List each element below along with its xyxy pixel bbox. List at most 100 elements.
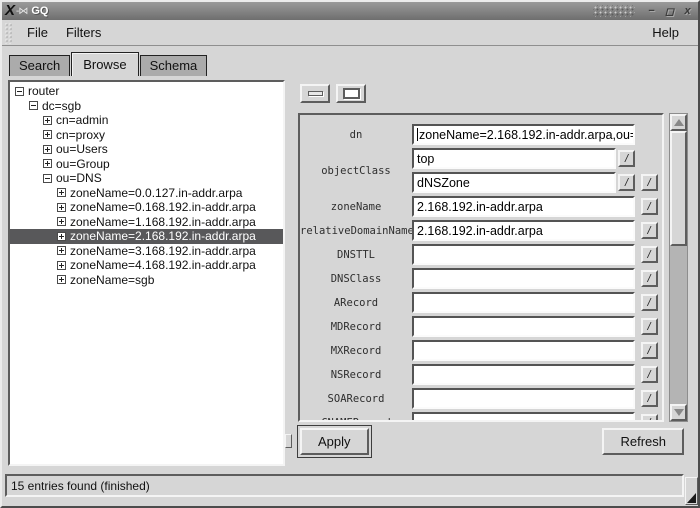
tab-browse[interactable]: Browse [71,52,138,76]
attribute-label: ARecord [300,297,412,309]
value-input[interactable] [412,244,635,265]
expand-expander-icon[interactable] [43,116,52,125]
attribute-actions: / [635,366,663,385]
value-input[interactable]: 2.168.192.in-addr.arpa [412,196,635,217]
edit-value-button[interactable]: / [618,174,635,191]
menubar-drag-handle-icon[interactable] [4,22,12,44]
titlebar[interactable]: X -⋈ GQ − ◻ x [2,2,698,20]
apply-button[interactable]: Apply [300,428,369,455]
minimize-button[interactable]: − [644,5,659,18]
pin-icon: -⋈ [16,6,27,17]
attribute-actions [635,143,663,145]
menu-help[interactable]: Help [643,22,688,43]
edit-attribute-button[interactable]: / [641,342,658,359]
edit-value-button[interactable]: / [618,150,635,167]
tree-item[interactable]: ou=Group [10,157,283,172]
scrollbar-thumb[interactable] [670,131,687,246]
edit-attribute-button[interactable]: / [641,366,658,383]
menu-filters[interactable]: Filters [57,22,110,43]
tree-item[interactable]: zoneName=3.168.192.in-addr.arpa [10,244,283,259]
value-row [412,316,635,337]
tab-schema[interactable]: Schema [140,55,208,76]
menu-file[interactable]: File [18,22,57,43]
edit-attribute-button[interactable]: / [641,246,658,263]
attribute-label: relativeDomainName [300,225,412,237]
paned-handle[interactable] [285,434,292,448]
scroll-up-button[interactable] [670,114,687,131]
tree-item[interactable]: router [10,84,283,99]
expand-expander-icon[interactable] [57,246,66,255]
attribute-actions: / [635,414,663,422]
value-input[interactable]: 2.168.192.in-addr.arpa [412,220,635,241]
attribute-actions: / [635,294,663,313]
form-scrollbar[interactable] [669,113,688,422]
edit-attribute-button[interactable]: / [641,390,658,407]
expand-expander-icon[interactable] [43,130,52,139]
close-button[interactable]: x [680,5,695,18]
attribute-values [412,316,635,337]
edit-attribute-button[interactable]: / [641,318,658,335]
edit-attribute-button[interactable]: / [641,414,658,422]
edit-attribute-button[interactable]: / [641,198,658,215]
tree-item-label: router [28,84,59,98]
expand-expander-icon[interactable] [57,188,66,197]
expand-expander-icon[interactable] [43,159,52,168]
tree-item[interactable]: zoneName=sgb [10,273,283,288]
expand-expander-icon[interactable] [57,217,66,226]
value-input[interactable] [412,412,635,422]
value-input[interactable] [412,268,635,289]
tree-item-label: ou=Group [56,157,110,171]
scrollbar-track[interactable] [670,131,687,404]
edit-attribute-button[interactable]: / [641,294,658,311]
expand-expander-icon[interactable] [57,232,66,241]
tree-item[interactable]: zoneName=2.168.192.in-addr.arpa [10,229,283,244]
value-input[interactable] [412,316,635,337]
menubar: File Filters Help [2,20,698,46]
value-input[interactable]: top [412,148,616,169]
attribute-label: objectClass [300,165,412,177]
tree-item[interactable]: cn=admin [10,113,283,128]
attribute-row: CNAMERecord/ [300,412,660,422]
tree-item[interactable]: dc=sgb [10,99,283,114]
collapse-expander-icon[interactable] [15,87,24,96]
edit-attribute-button[interactable]: / [641,270,658,287]
tree-item[interactable]: cn=proxy [10,128,283,143]
value-input[interactable]: zoneName=2.168.192.in-addr.arpa,ou=D [412,124,635,145]
tree-item[interactable]: zoneName=4.168.192.in-addr.arpa [10,258,283,273]
maximize-button[interactable]: ◻ [662,5,677,18]
value-input[interactable] [412,364,635,385]
tree-item[interactable]: zoneName=1.168.192.in-addr.arpa [10,215,283,230]
attribute-values [412,364,635,385]
expand-expander-icon[interactable] [57,261,66,270]
tree-item[interactable]: ou=Users [10,142,283,157]
value-input[interactable] [412,292,635,313]
tab-search[interactable]: Search [9,55,70,76]
tree-item[interactable]: zoneName=0.0.127.in-addr.arpa [10,186,283,201]
value-input[interactable] [412,340,635,361]
ldap-tree[interactable]: routerdc=sgbcn=admincn=proxyou=Usersou=G… [8,80,285,466]
value-input[interactable]: dNSZone [412,172,616,193]
scroll-down-button[interactable] [670,404,687,421]
edit-attribute-button[interactable]: / [641,174,658,191]
attribute-form: dnzoneName=2.168.192.in-addr.arpa,ou=Dob… [298,113,664,422]
expand-values-button[interactable] [336,84,366,103]
collapsed-row-icon [308,91,323,96]
expand-expander-icon[interactable] [43,145,52,154]
expand-expander-icon[interactable] [57,275,66,284]
tree-item-label: cn=admin [56,113,108,127]
statusbar: 15 entries found (finished) [2,466,698,506]
collapse-values-button[interactable] [300,84,330,103]
paned-divider[interactable] [285,80,292,466]
tree-item[interactable]: ou=DNS [10,171,283,186]
tree-item[interactable]: zoneName=0.168.192.in-addr.arpa [10,200,283,215]
edit-attribute-button[interactable]: / [641,222,658,239]
collapse-expander-icon[interactable] [43,174,52,183]
attribute-row: NSRecord/ [300,364,660,385]
attribute-label: SOARecord [300,393,412,405]
refresh-button[interactable]: Refresh [602,428,684,455]
value-input[interactable] [412,388,635,409]
expand-expander-icon[interactable] [57,203,66,212]
collapse-expander-icon[interactable] [29,101,38,110]
resize-grip[interactable] [685,477,698,505]
attribute-values [412,244,635,265]
